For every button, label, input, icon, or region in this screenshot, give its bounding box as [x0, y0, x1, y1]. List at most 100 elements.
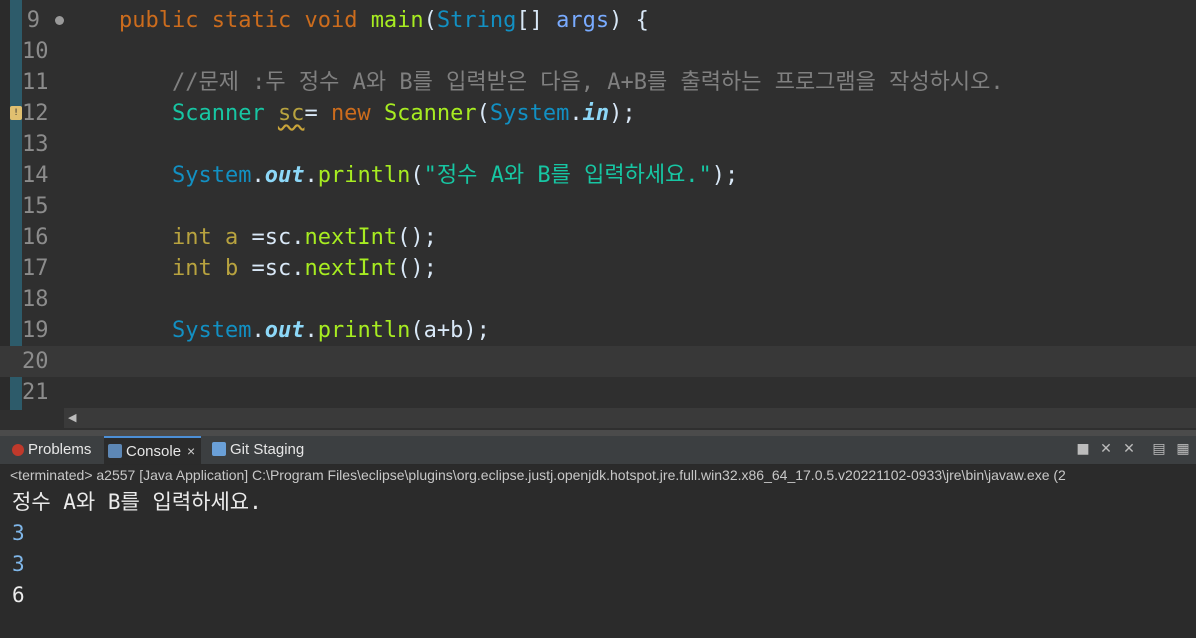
code-token: //문제 :두 정수 A와 B를 입력받은 다음, A+B를 출력하는 프로그램…: [171, 70, 1004, 95]
terminate-icon[interactable]: ■: [1076, 442, 1090, 456]
code-text[interactable]: int b =sc.nextInt();: [66, 253, 437, 284]
problems-icon: [12, 444, 24, 456]
remove-launch-icon[interactable]: ✕: [1099, 442, 1113, 456]
warning-icon[interactable]: !: [10, 106, 22, 120]
scroll-lock-icon[interactable]: ▦: [1176, 442, 1190, 456]
code-token: a: [224, 225, 239, 250]
tab-label: Problems: [28, 441, 92, 458]
close-icon[interactable]: ×: [187, 443, 195, 459]
code-token: System: [171, 318, 252, 343]
code-token: args: [556, 8, 610, 33]
line-number: 20: [22, 349, 49, 374]
line-number: 18: [22, 287, 49, 312]
code-text[interactable]: int a =sc.nextInt();: [66, 222, 437, 253]
line-number: 9: [26, 8, 40, 33]
code-line[interactable]: 16 int a =sc.nextInt();: [0, 222, 1196, 253]
console-line: 6: [12, 583, 25, 607]
console-line: 3: [12, 552, 25, 576]
tab-problems[interactable]: Problems: [12, 436, 91, 464]
code-text[interactable]: //문제 :두 정수 A와 B를 입력받은 다음, A+B를 출력하는 프로그램…: [66, 67, 1004, 98]
code-token: println: [317, 318, 411, 343]
code-token: =sc.: [238, 225, 305, 250]
console-output[interactable]: 정수 A와 B를 입력하세요. 3 3 6: [0, 487, 1196, 638]
code-token: nextInt: [304, 225, 398, 250]
line-number: 17: [22, 256, 49, 281]
code-token: .: [304, 163, 318, 188]
code-token: main: [370, 8, 424, 33]
code-token: .: [251, 318, 265, 343]
code-editor[interactable]: 9 public static void main(String[] args)…: [0, 0, 1196, 430]
code-token: out: [264, 318, 305, 343]
code-token: void: [304, 8, 358, 33]
code-token: Scanner: [171, 101, 265, 126]
code-token: []: [516, 8, 557, 33]
code-text[interactable]: System.out.println("정수 A와 B를 입력하세요.");: [66, 160, 738, 191]
code-token: int: [171, 256, 212, 281]
code-line[interactable]: 19 System.out.println(a+b);: [0, 315, 1196, 346]
code-line[interactable]: 17 int b =sc.nextInt();: [0, 253, 1196, 284]
console-line: 3: [12, 521, 25, 545]
clear-console-icon[interactable]: ▤: [1152, 442, 1166, 456]
code-token: =: [304, 101, 331, 126]
code-token: b: [224, 256, 239, 281]
fold-icon[interactable]: [55, 16, 64, 25]
line-number: 15: [22, 194, 49, 219]
code-token: (: [476, 101, 490, 126]
code-line[interactable]: 11 //문제 :두 정수 A와 B를 입력받은 다음, A+B를 출력하는 프…: [0, 67, 1196, 98]
scroll-left-icon[interactable]: ◀: [68, 411, 76, 424]
code-token: in: [582, 101, 610, 126]
line-number: 13: [22, 132, 49, 157]
code-token: static: [211, 8, 292, 33]
code-token: int: [171, 225, 212, 250]
code-token: =sc.: [238, 256, 305, 281]
code-token: .: [569, 101, 583, 126]
tab-console[interactable]: Console ×: [104, 436, 202, 464]
code-token: ();: [397, 225, 437, 250]
code-token: (a+b);: [410, 318, 490, 343]
code-line[interactable]: 21: [0, 377, 1196, 408]
code-line[interactable]: 9 public static void main(String[] args)…: [0, 5, 1196, 36]
code-token: ();: [397, 256, 437, 281]
code-token: new: [330, 101, 371, 126]
code-line[interactable]: 14 System.out.println("정수 A와 B를 입력하세요.")…: [0, 160, 1196, 191]
code-token: println: [317, 163, 411, 188]
code-token: public: [118, 8, 199, 33]
line-number: 14: [22, 163, 49, 188]
tab-git-staging[interactable]: Git Staging: [212, 436, 304, 464]
code-line[interactable]: 15: [0, 191, 1196, 222]
code-token: "정수 A와 B를 입력하세요.": [423, 163, 712, 188]
code-text[interactable]: public static void main(String[] args) {: [66, 5, 649, 36]
code-line[interactable]: 20: [0, 346, 1196, 377]
git-staging-icon: [212, 442, 226, 456]
view-tab-bar: Problems Console × Git Staging ■ ✕ ✕ ▤ ▦: [0, 436, 1196, 465]
line-number: 10: [22, 39, 49, 64]
line-number: 21: [22, 380, 49, 405]
code-token: Scanner: [383, 101, 477, 126]
code-line[interactable]: 18: [0, 284, 1196, 315]
code-text[interactable]: System.out.println(a+b);: [66, 315, 490, 346]
code-token: sc: [277, 101, 305, 126]
code-token: ) {: [609, 8, 649, 33]
code-text[interactable]: Scanner sc= new Scanner(System.in);: [66, 98, 636, 129]
code-token: out: [264, 163, 305, 188]
remove-all-icon[interactable]: ✕: [1122, 442, 1136, 456]
code-token: .: [251, 163, 265, 188]
code-line[interactable]: 12! Scanner sc= new Scanner(System.in);: [0, 98, 1196, 129]
code-line[interactable]: 10: [0, 36, 1196, 67]
console-line: 정수 A와 B를 입력하세요.: [12, 490, 262, 514]
tab-label: Git Staging: [230, 441, 305, 458]
code-line[interactable]: 13: [0, 129, 1196, 160]
code-token: );: [711, 163, 739, 188]
horizontal-scrollbar[interactable]: ◀: [64, 408, 1196, 428]
line-number: 16: [22, 225, 49, 250]
